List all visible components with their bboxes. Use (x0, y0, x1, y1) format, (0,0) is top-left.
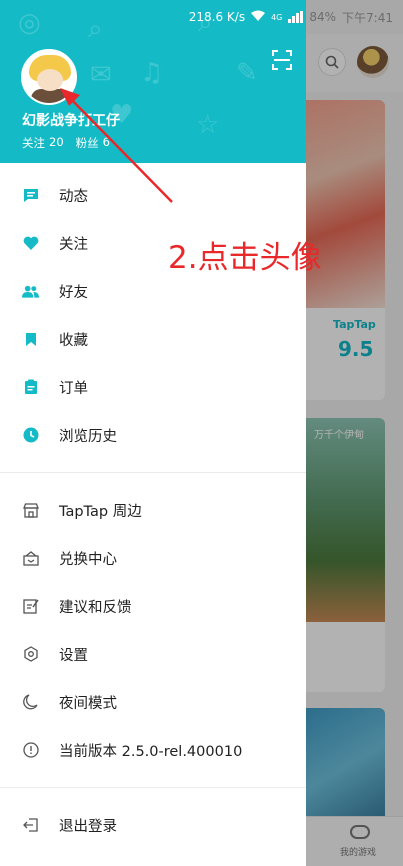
annotation-arrow (60, 88, 173, 203)
annotation-text: 2.点击头像 (168, 240, 322, 276)
